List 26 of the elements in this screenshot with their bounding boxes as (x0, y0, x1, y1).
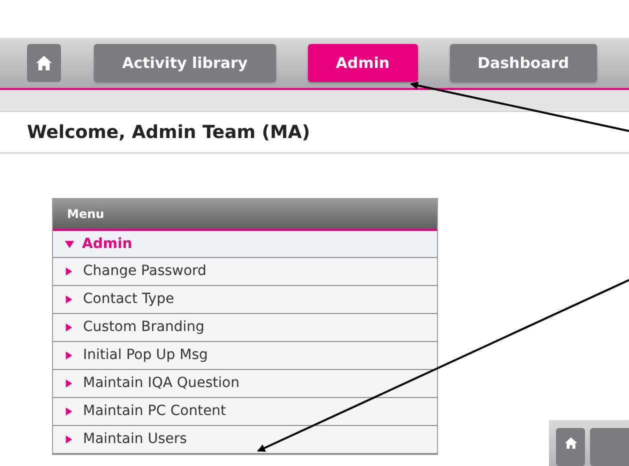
menu-item[interactable]: Maintain IQA Question (53, 370, 437, 398)
caret-right-icon (65, 351, 73, 360)
caret-right-icon (65, 379, 73, 388)
menu-item[interactable]: Maintain Users (53, 426, 437, 454)
home-button[interactable] (27, 44, 62, 82)
caret-down-icon (65, 240, 74, 248)
welcome-title: Welcome, Admin Team (MA) (27, 120, 310, 144)
menu-group-label: Admin (82, 234, 132, 254)
menu-item[interactable]: Initial Pop Up Msg (53, 342, 437, 370)
home-icon (35, 54, 54, 72)
menu-item[interactable]: Change Password (53, 258, 437, 286)
caret-right-icon (65, 323, 73, 332)
home-icon (564, 436, 578, 450)
caret-right-icon (65, 267, 73, 276)
menu-title: Menu (67, 206, 104, 223)
nav-tab[interactable]: Activity library (94, 44, 276, 82)
caret-right-icon (65, 295, 73, 304)
caret-right-icon (65, 435, 73, 444)
menu-item[interactable]: Custom Branding (53, 314, 437, 342)
nav-tab[interactable]: Dashboard (450, 44, 597, 82)
home-button[interactable] (556, 428, 586, 466)
menu-item[interactable]: Maintain PC Content (53, 398, 437, 426)
menu-group[interactable]: Admin (53, 231, 437, 258)
caret-right-icon (65, 407, 73, 416)
nav-tab[interactable]: Admin (308, 44, 418, 82)
menu-item[interactable]: Contact Type (53, 286, 437, 314)
